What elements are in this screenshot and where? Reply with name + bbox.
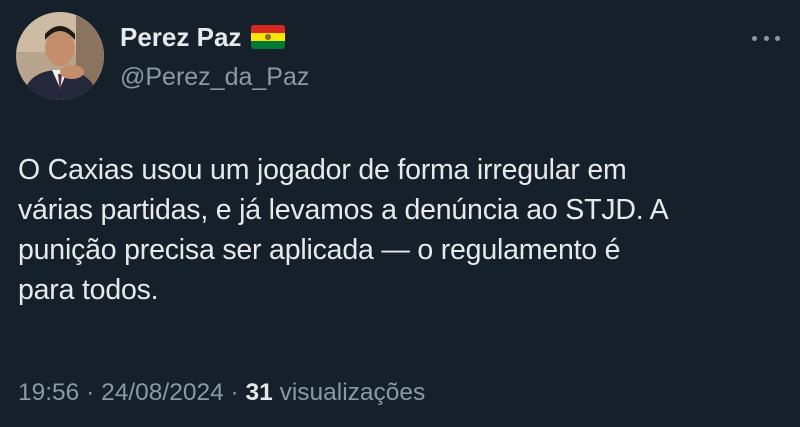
avatar[interactable]: [16, 12, 104, 100]
bolivia-flag-icon: [251, 25, 286, 49]
user-handle[interactable]: @Perez_da_Paz: [120, 60, 309, 94]
tweet-text: O Caxias usou um jogador de forma irregu…: [18, 150, 788, 310]
tweet-text-line: punição precisa ser aplicada — o regulam…: [18, 234, 621, 266]
views-count: 31: [245, 379, 273, 406]
separator: ·: [223, 379, 246, 406]
views-label: visualizações: [272, 379, 426, 406]
more-options-icon[interactable]: [748, 26, 784, 50]
separator: ·: [79, 379, 102, 406]
dot: [775, 35, 780, 41]
dot: [763, 35, 769, 41]
display-name[interactable]: Perez Paz: [120, 18, 241, 56]
tweet-metadata: 19:56 · 24/08/2024 · 31 visualizações: [18, 376, 425, 410]
tweet-card: Perez Paz @Perez_da_Paz O Caxias usou um…: [0, 0, 800, 427]
author-name-row: Perez Paz: [120, 18, 286, 56]
tweet-text-line: O Caxias usou um jogador de forma irregu…: [18, 154, 627, 186]
dot: [752, 35, 757, 41]
tweet-time[interactable]: 19:56: [18, 379, 79, 406]
tweet-text-line: várias partidas, e já levamos a denúncia…: [18, 194, 669, 226]
tweet-text-line: para todos.: [18, 274, 159, 306]
tweet-date[interactable]: 24/08/2024: [101, 379, 224, 406]
